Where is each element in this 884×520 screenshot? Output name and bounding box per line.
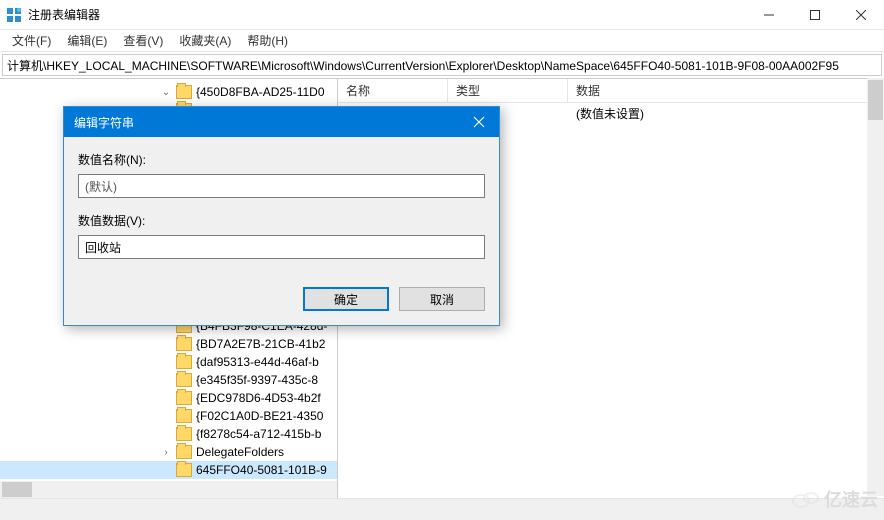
- tree-item-label: {BD7A2E7B-21CB-41b2: [196, 337, 325, 351]
- folder-icon: [176, 445, 192, 459]
- folder-icon: [176, 373, 192, 387]
- tree-item[interactable]: {f8278c54-a712-415b-b: [0, 425, 337, 443]
- dialog-close-button[interactable]: [459, 107, 499, 137]
- address-bar[interactable]: 计算机\HKEY_LOCAL_MACHINE\SOFTWARE\Microsof…: [2, 54, 882, 76]
- watermark: 亿速云: [792, 486, 878, 512]
- tree-item-label: {f8278c54-a712-415b-b: [196, 427, 321, 441]
- dialog-title-text: 编辑字符串: [74, 114, 134, 131]
- tree-item-label: 645FFO40-5081-101B-9: [196, 463, 327, 477]
- regedit-app-icon: [6, 7, 22, 23]
- folder-icon: [176, 463, 192, 477]
- tree-horizontal-scrollbar[interactable]: [0, 481, 337, 498]
- maximize-button[interactable]: [792, 0, 838, 29]
- column-header-name[interactable]: 名称: [338, 79, 448, 102]
- value-name-label: 数值名称(N):: [78, 151, 485, 168]
- menu-help[interactable]: 帮助(H): [239, 30, 296, 51]
- tree-expander-icon[interactable]: ⌄: [160, 87, 172, 98]
- folder-icon: [176, 337, 192, 351]
- cell-data: (数值未设置): [568, 105, 884, 122]
- tree-item-label: {F02C1A0D-BE21-4350: [196, 409, 323, 423]
- tree-item[interactable]: › DelegateFolders: [0, 443, 337, 461]
- tree-item-label: {daf95313-e44d-46af-b: [196, 355, 319, 369]
- close-button[interactable]: [838, 0, 884, 29]
- list-vertical-scrollbar[interactable]: [867, 78, 884, 496]
- menu-file[interactable]: 文件(F): [4, 30, 59, 51]
- tree-expander-icon[interactable]: ›: [160, 447, 172, 458]
- dialog-titlebar[interactable]: 编辑字符串: [64, 107, 499, 137]
- tree-item-label: {450D8FBA-AD25-11D0: [196, 85, 325, 99]
- value-data-input[interactable]: [78, 235, 485, 259]
- window-titlebar: 注册表编辑器: [0, 0, 884, 30]
- value-name-input[interactable]: [78, 174, 485, 198]
- window-title: 注册表编辑器: [28, 6, 746, 23]
- menu-favorites[interactable]: 收藏夹(A): [171, 30, 239, 51]
- tree-item[interactable]: {EDC978D6-4D53-4b2f: [0, 389, 337, 407]
- folder-icon: [176, 427, 192, 441]
- watermark-text: 亿速云: [824, 486, 878, 512]
- status-bar: [0, 498, 884, 520]
- value-data-label: 数值数据(V):: [78, 212, 485, 229]
- column-header-type[interactable]: 类型: [448, 79, 568, 102]
- column-header-data[interactable]: 数据: [568, 79, 884, 102]
- cancel-button[interactable]: 取消: [399, 287, 485, 311]
- folder-icon: [176, 409, 192, 423]
- tree-item-label: {EDC978D6-4D53-4b2f: [196, 391, 321, 405]
- tree-item[interactable]: ⌄ {450D8FBA-AD25-11D0: [0, 83, 337, 101]
- menu-bar: 文件(F) 编辑(E) 查看(V) 收藏夹(A) 帮助(H): [0, 30, 884, 52]
- folder-icon: [176, 391, 192, 405]
- minimize-button[interactable]: [746, 0, 792, 29]
- tree-item[interactable]: 645FFO40-5081-101B-9: [0, 461, 337, 479]
- folder-icon: [176, 85, 192, 99]
- tree-item[interactable]: {BD7A2E7B-21CB-41b2: [0, 335, 337, 353]
- tree-item-label: {e345f35f-9397-435c-8: [196, 373, 318, 387]
- folder-icon: [176, 355, 192, 369]
- menu-edit[interactable]: 编辑(E): [59, 30, 115, 51]
- tree-item[interactable]: {F02C1A0D-BE21-4350: [0, 407, 337, 425]
- tree-item[interactable]: {e345f35f-9397-435c-8: [0, 371, 337, 389]
- ok-button[interactable]: 确定: [303, 287, 389, 311]
- edit-string-dialog: 编辑字符串 数值名称(N): 数值数据(V): 确定 取消: [63, 106, 500, 326]
- menu-view[interactable]: 查看(V): [115, 30, 171, 51]
- tree-item[interactable]: {daf95313-e44d-46af-b: [0, 353, 337, 371]
- list-header: 名称 类型 数据: [338, 79, 884, 103]
- tree-item-label: DelegateFolders: [196, 445, 284, 459]
